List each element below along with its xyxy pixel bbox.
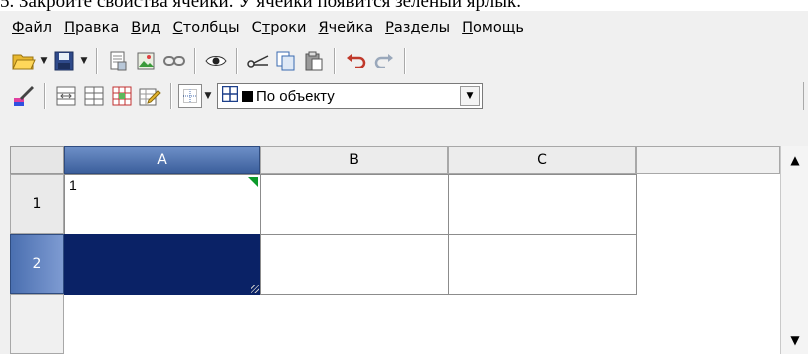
undo-icon[interactable] — [344, 49, 368, 73]
resize-grip-icon[interactable] — [251, 285, 259, 293]
column-header-empty — [636, 146, 780, 174]
row-header-2[interactable]: 2 — [10, 234, 64, 294]
menu-view[interactable]: Вид — [131, 20, 160, 36]
format-toolbar: ▼ По объекту ▼ — [10, 80, 804, 112]
merge-cells-icon[interactable] — [54, 84, 78, 108]
select-all-corner[interactable] — [10, 146, 64, 174]
scroll-up-icon[interactable]: ▲ — [783, 148, 807, 172]
cells-area: 1 — [64, 174, 780, 354]
border-style-value: По объекту — [256, 87, 335, 105]
redo-icon[interactable] — [372, 49, 396, 73]
toolbar-separator — [44, 83, 46, 109]
column-header-c[interactable]: C — [448, 146, 636, 174]
border-style-group: ▼ По объекту ▼ — [178, 83, 483, 109]
open-dropdown-arrow[interactable]: ▼ — [38, 49, 50, 73]
menu-columns[interactable]: Столбцы — [173, 20, 240, 36]
menu-edit[interactable]: Правка — [64, 20, 119, 36]
cut-icon[interactable] — [246, 49, 270, 73]
cell-a2[interactable] — [64, 234, 261, 295]
grid-icon[interactable] — [178, 84, 202, 108]
border-style-select[interactable]: По объекту ▼ — [217, 83, 483, 109]
toolbar-separator — [236, 48, 238, 74]
cell-a1-value: 1 — [69, 177, 77, 193]
link-icon[interactable] — [162, 49, 186, 73]
cell-c2[interactable] — [448, 234, 637, 295]
row-header-empty — [10, 294, 64, 354]
border-color-swatch — [242, 90, 253, 102]
format-brush-icon[interactable] — [12, 84, 36, 108]
menu-help[interactable]: Помощь — [462, 20, 524, 36]
copy-icon[interactable] — [274, 49, 298, 73]
spreadsheet-grid: A B C 1 2 1 ▲ ▼ — [0, 146, 808, 354]
row-header-1[interactable]: 1 — [10, 174, 64, 234]
chevron-down-icon[interactable]: ▼ — [460, 86, 480, 106]
cell-a1[interactable]: 1 — [64, 174, 261, 235]
image-icon[interactable] — [134, 49, 158, 73]
note-flag-icon — [248, 177, 258, 187]
cell-b1[interactable] — [260, 174, 449, 235]
save-icon[interactable] — [52, 49, 76, 73]
cell-borders-icon[interactable] — [110, 84, 134, 108]
menu-sections[interactable]: Разделы — [385, 20, 450, 36]
document-properties-icon[interactable] — [106, 49, 130, 73]
grid-dropdown-arrow[interactable]: ▼ — [202, 84, 214, 108]
toolbar-separator — [96, 48, 98, 74]
column-header-a[interactable]: A — [64, 146, 260, 174]
vertical-scrollbar[interactable]: ▲ ▼ — [780, 146, 808, 354]
menu-rows[interactable]: Строки — [252, 20, 307, 36]
menu-cell[interactable]: Ячейка — [318, 20, 373, 36]
column-header-b[interactable]: B — [260, 146, 448, 174]
cell-c1[interactable] — [448, 174, 637, 235]
paste-icon[interactable] — [302, 49, 326, 73]
scroll-down-icon[interactable]: ▼ — [783, 328, 807, 352]
preview-eye-icon[interactable] — [204, 49, 228, 73]
menu-bar: Файл Правка Вид Столбцы Строки Ячейка Ра… — [12, 15, 536, 41]
toolbar-separator — [170, 83, 172, 109]
edit-cell-icon[interactable] — [138, 84, 162, 108]
open-folder-icon[interactable] — [12, 49, 36, 73]
toolbar-separator — [194, 48, 196, 74]
split-cells-icon[interactable] — [82, 84, 106, 108]
cell-b2[interactable] — [260, 234, 449, 295]
menu-file[interactable]: Файл — [12, 20, 52, 36]
save-dropdown-arrow[interactable]: ▼ — [78, 49, 90, 73]
spreadsheet-app: Файл Правка Вид Столбцы Строки Ячейка Ра… — [0, 11, 808, 354]
toolbar-end-separator — [803, 82, 804, 110]
toolbar-separator — [404, 48, 406, 74]
toolbar-separator — [334, 48, 336, 74]
border-all-icon — [221, 85, 239, 106]
standard-toolbar: ▼ ▼ — [10, 45, 412, 77]
